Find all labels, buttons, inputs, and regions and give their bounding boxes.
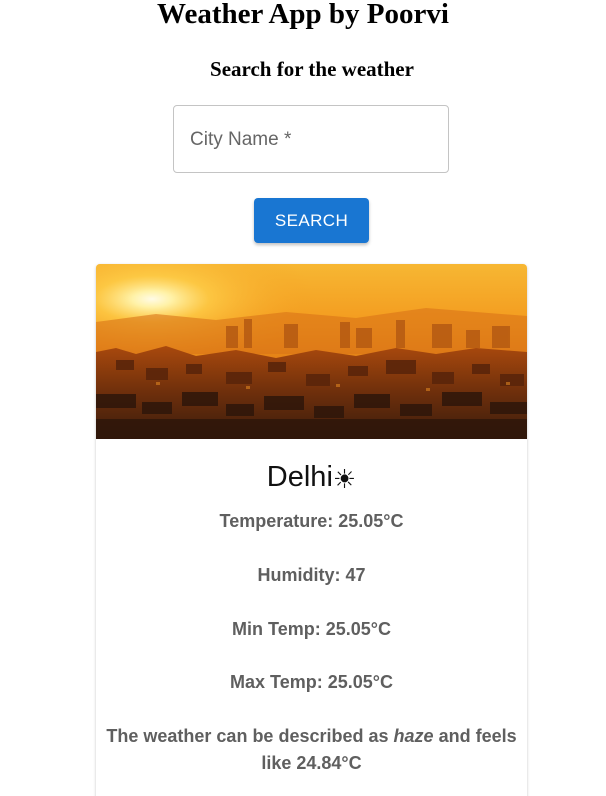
- city-name-field[interactable]: City Name *: [173, 105, 449, 173]
- search-subtitle: Search for the weather: [210, 57, 414, 81]
- city-name: Delhi: [266, 461, 333, 493]
- search-button[interactable]: SEARCH: [254, 198, 369, 243]
- city-name-input[interactable]: [174, 106, 448, 172]
- max-temp-text: Max Temp: 25.05°C: [230, 672, 393, 692]
- app-title: Weather App by Poorvi: [157, 0, 449, 30]
- min-temp-text: Min Temp: 25.05°C: [232, 619, 391, 639]
- description-prefix: The weather can be described as: [106, 726, 389, 746]
- humidity-text: Humidity: 47: [257, 565, 366, 585]
- description-word: haze: [393, 726, 434, 746]
- city-heading: Delhi☀: [96, 460, 527, 497]
- sun-icon: ☀: [332, 465, 357, 495]
- weather-image: [96, 264, 527, 439]
- temperature-text: Temperature: 25.05°C: [219, 511, 404, 531]
- weather-card: Delhi☀ Temperature: 25.05°C Humidity: 47…: [96, 264, 527, 796]
- weather-description: The weather can be described as haze and…: [96, 723, 527, 777]
